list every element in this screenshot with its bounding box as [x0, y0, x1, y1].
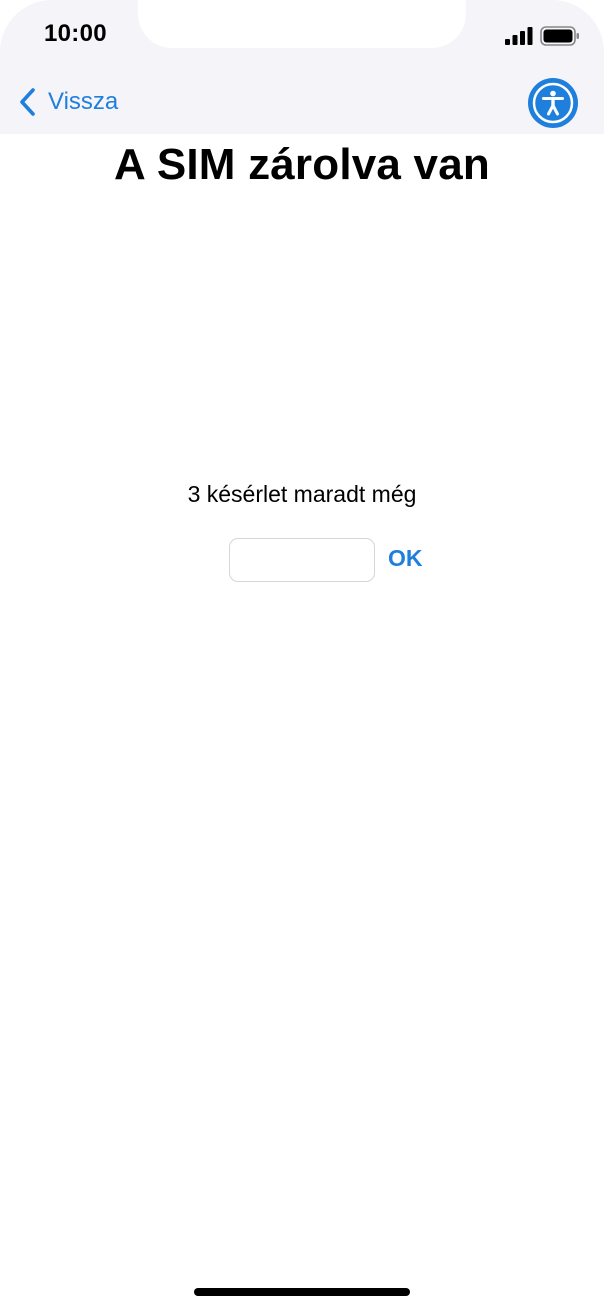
battery-full-icon — [540, 26, 579, 46]
device-notch — [138, 0, 466, 48]
cellular-signal-icon — [505, 27, 533, 45]
attempts-remaining-text: 3 késérlet maradt még — [187, 481, 417, 507]
status-time: 10:00 — [44, 20, 107, 47]
page-title: A SIM zárolva van — [114, 140, 490, 189]
home-indicator[interactable] — [194, 1288, 410, 1296]
back-label: Vissza — [48, 88, 119, 115]
pin-input[interactable] — [229, 538, 375, 582]
back-button[interactable]: Vissza — [18, 84, 118, 120]
ok-button[interactable]: OK — [388, 545, 423, 572]
accessibility-button[interactable] — [530, 80, 576, 126]
chevron-left-icon — [20, 88, 35, 116]
accessibility-icon — [532, 82, 574, 124]
